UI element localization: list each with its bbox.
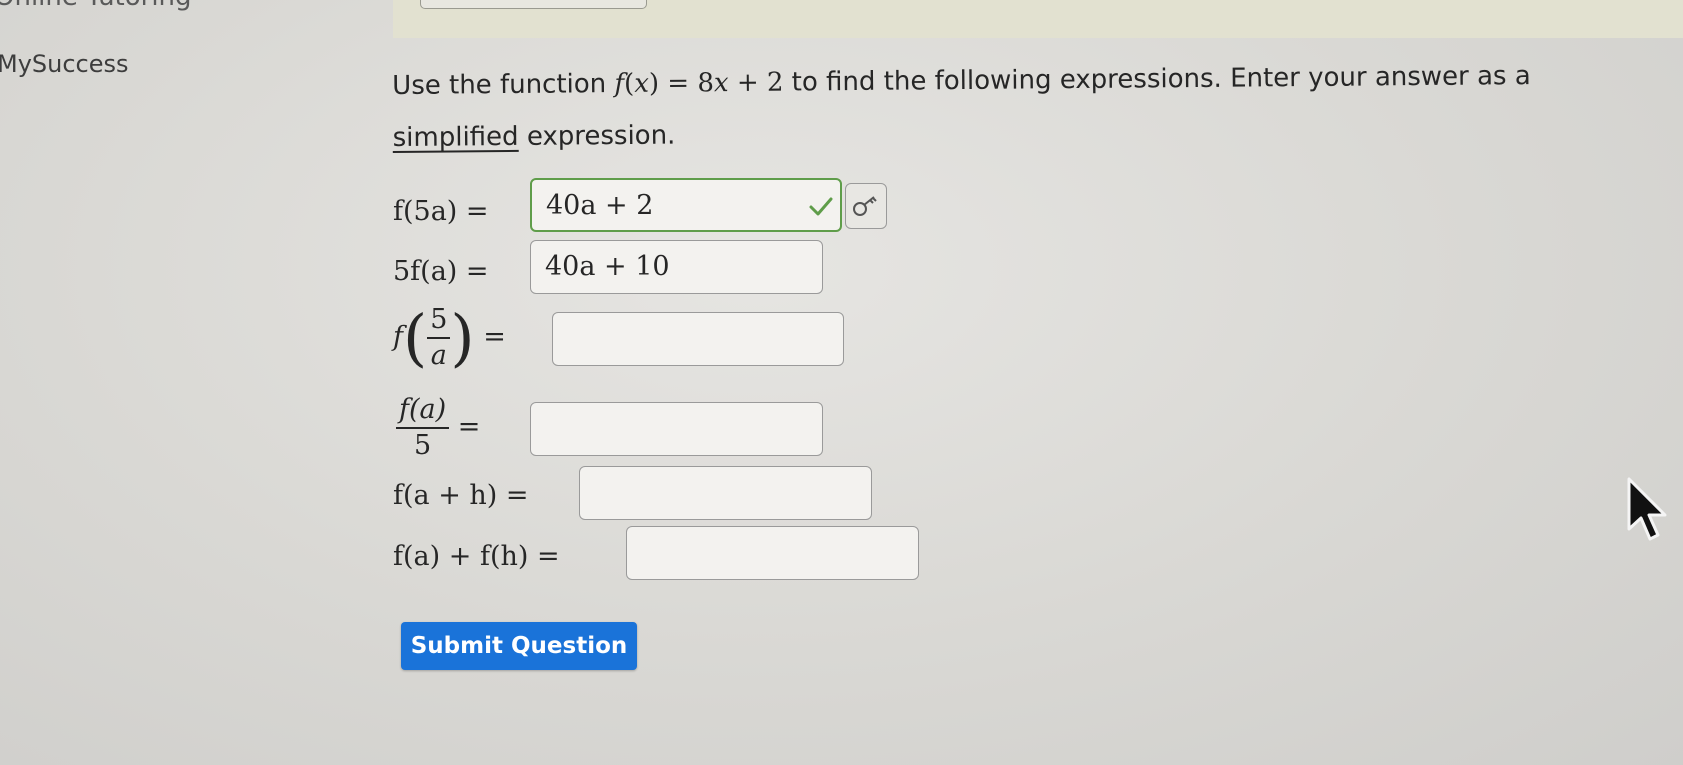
sidebar-link-mysuccess[interactable]: MySuccess — [0, 50, 129, 78]
top-nav-text[interactable]: Online Tutoring — [0, 0, 192, 12]
row-label-f-5-over-a: f(5 a) = — [393, 301, 506, 374]
answer-input-f-a-plus-f-h[interactable] — [626, 526, 919, 580]
key-button[interactable] — [845, 183, 887, 229]
check-icon — [809, 197, 833, 216]
answer-input-f-a-over-5[interactable] — [530, 402, 823, 456]
function-definition: f(x) = 8x + 2 — [614, 67, 784, 100]
question-ending: expression. — [518, 120, 676, 152]
key-icon — [853, 196, 877, 216]
simplified-link[interactable]: simplified — [393, 122, 519, 153]
answer-input-f-a-plus-h[interactable] — [579, 466, 872, 520]
top-strip-box[interactable] — [420, 0, 647, 9]
row-label-f-5a: f(5a) = — [393, 196, 489, 227]
question-text: Use the function f(x) = 8x + 2 to find t… — [392, 49, 1643, 164]
submit-question-button[interactable]: Submit Question — [401, 622, 637, 670]
row-label-f-a-over-5: f(a) 5 = — [396, 396, 480, 460]
question-prefix: Use the function — [392, 69, 615, 101]
mouse-cursor-icon — [1627, 477, 1667, 541]
answer-input-5f-a[interactable]: 40a + 10 — [530, 240, 823, 294]
row-label-5f-a: 5f(a) = — [393, 256, 489, 287]
question-suffix: to find the following expressions. Enter… — [783, 61, 1531, 98]
row-label-f-a-plus-f-h: f(a) + f(h) = — [393, 541, 560, 572]
answer-input-f-5a[interactable]: 40a + 2 — [530, 178, 842, 232]
row-label-f-a-plus-h: f(a + h) = — [393, 480, 529, 511]
answer-input-f-5-over-a[interactable] — [552, 312, 844, 366]
